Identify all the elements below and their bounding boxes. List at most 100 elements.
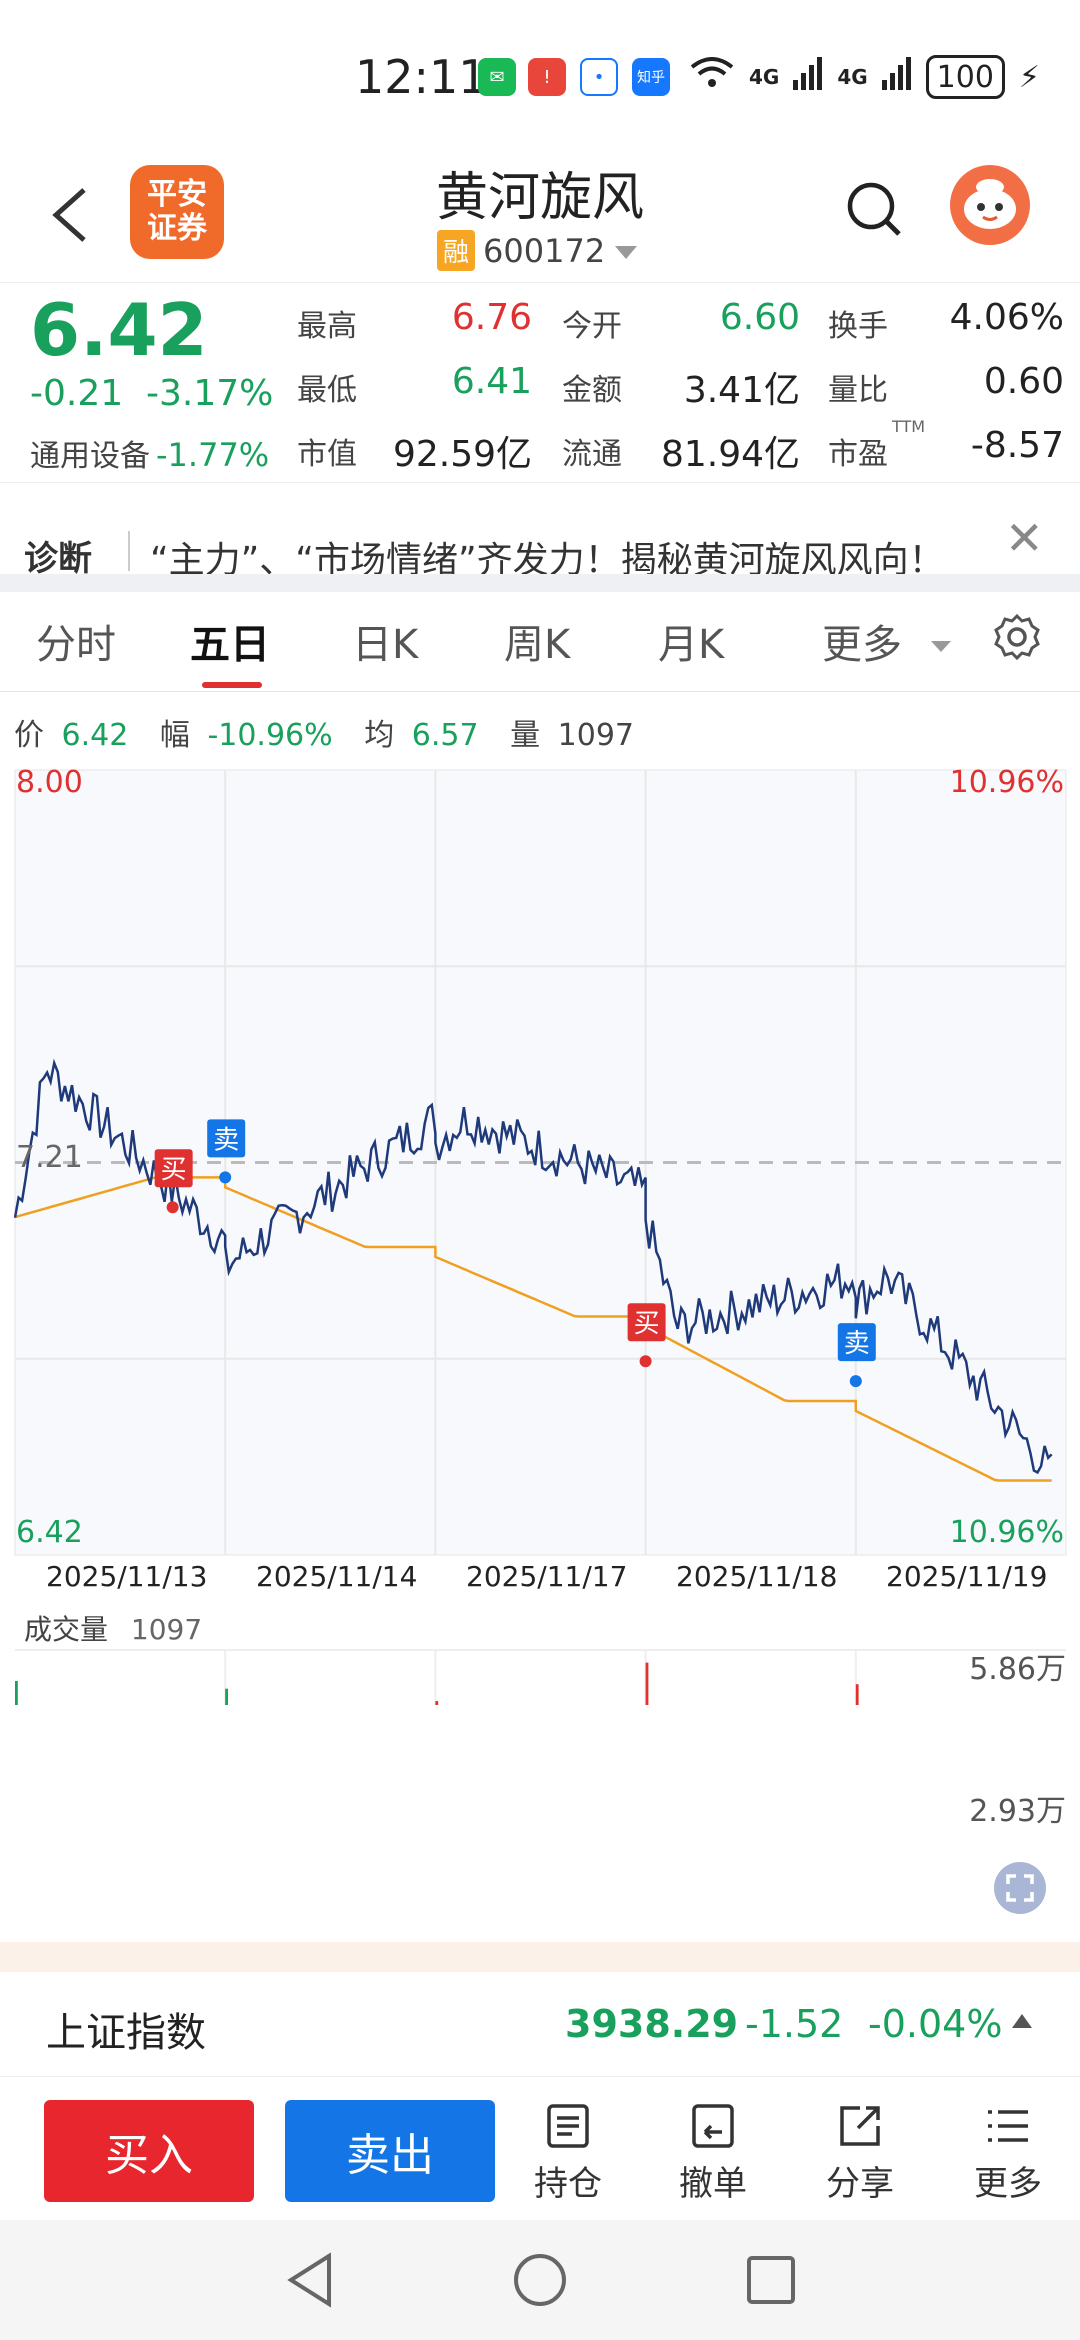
charging-icon: ⚡	[1018, 59, 1040, 95]
range-label: 幅	[159, 718, 190, 753]
y-max-pct-label: 10.96%	[949, 765, 1064, 800]
y-max-label: 8.00	[16, 765, 83, 800]
reference-price-label: 7.21	[16, 1140, 83, 1175]
active-tab-indicator	[202, 682, 262, 688]
promo-strip	[0, 1942, 1080, 1972]
high-value: 6.76	[451, 297, 532, 338]
trade-marker-label: 卖	[213, 1125, 239, 1155]
diagnosis-banner[interactable]: 诊断 “主力”、“市场情绪”齐发力！揭秘黄河旋风风向！ ✕	[0, 482, 1080, 582]
signal-icon-2: 4G	[837, 65, 868, 89]
volume-bar	[435, 1701, 439, 1927]
pe-value: -8.57	[970, 425, 1064, 466]
sell-button[interactable]: 卖出	[285, 2100, 495, 2202]
open-value: 6.60	[719, 297, 800, 338]
battery-alert-icon: !	[528, 58, 566, 96]
gear-icon[interactable]	[992, 612, 1042, 662]
sector-name: 通用设备	[30, 439, 150, 474]
last-price: 6.42	[30, 288, 208, 372]
date-label: 2025/11/14	[256, 1560, 418, 1593]
avatar[interactable]	[950, 165, 1030, 245]
section-divider	[0, 574, 1080, 592]
market-cap-label: 市值	[297, 437, 357, 472]
nav-recents-icon[interactable]	[745, 2254, 797, 2306]
volume-ratio-label: 量比	[828, 373, 888, 408]
price-change-pct: -3.17%	[146, 373, 274, 414]
volume-bar	[15, 1680, 18, 1927]
chart-tabs: 分时 五日 日K 周K 月K 更多	[0, 592, 1080, 692]
nav-back-icon[interactable]	[285, 2252, 335, 2308]
avg-value: 6.57	[411, 718, 479, 753]
float-cap-value: 81.94亿	[660, 434, 800, 475]
more-button[interactable]: 更多	[958, 2102, 1058, 2205]
signal-bars-icon-2	[881, 56, 912, 98]
volume-ratio-value: 0.60	[983, 361, 1064, 402]
volume-bar	[855, 1684, 859, 1927]
trade-marker-dot	[166, 1201, 179, 1214]
nav-home-icon[interactable]	[512, 2252, 568, 2308]
trade-marker-dot	[639, 1355, 652, 1368]
ttm-label: TTM	[892, 417, 926, 436]
trade-marker-dot	[219, 1171, 232, 1184]
trade-marker-label: 卖	[844, 1329, 870, 1359]
trade-marker-label: 买	[634, 1309, 660, 1339]
stock-name: 黄河旋风	[435, 168, 644, 228]
tab-weekly-k[interactable]: 周K	[504, 612, 570, 670]
tab-monthly-k[interactable]: 月K	[658, 612, 724, 670]
system-nav-bar	[0, 2220, 1080, 2340]
cancel-order-button[interactable]: 撤单	[663, 2102, 763, 2205]
date-label: 2025/11/17	[466, 1560, 628, 1593]
stock-code-selector[interactable]: 融 600172	[437, 230, 639, 271]
amount-label: 金额	[562, 373, 622, 408]
quote-panel: 6.42 -0.21 -3.17% 通用设备 -1.77% 最高 6.76 今开 …	[0, 282, 1080, 482]
chart-info-line: 价 6.42 幅 -10.96% 均 6.57 量 1097	[14, 710, 642, 754]
market-cap-value: 92.59亿	[392, 434, 532, 475]
menu-icon	[988, 2110, 1028, 2142]
zhihu-icon: 知乎	[632, 58, 670, 96]
share-label: 分享	[826, 2164, 894, 2204]
signal-icon: 4G	[748, 65, 780, 89]
position-label: 持仓	[534, 2164, 602, 2204]
tab-daily-k[interactable]: 日K	[352, 612, 418, 670]
divider	[128, 531, 130, 571]
expand-up-icon[interactable]	[1012, 2014, 1032, 2028]
float-cap-label: 流通	[562, 437, 622, 472]
volume-mid-label: 2.93万	[969, 1794, 1066, 1829]
wifi-icon	[689, 55, 735, 99]
signal-bars-icon	[793, 56, 823, 98]
pe-label: 市盈	[828, 437, 888, 472]
volume-label: 量	[510, 718, 541, 753]
search-icon[interactable]	[845, 180, 905, 240]
low-value: 6.41	[451, 361, 532, 402]
high-label: 最高	[297, 309, 357, 344]
turnover-value: 4.06%	[949, 297, 1064, 338]
index-change: -1.52	[745, 2002, 844, 2046]
trade-marker-dot	[849, 1375, 862, 1388]
avg-label: 均	[364, 718, 395, 753]
y-min-pct-label: 10.96%	[949, 1515, 1064, 1550]
tab-more[interactable]: 更多	[822, 612, 953, 670]
fullscreen-icon[interactable]	[994, 1862, 1046, 1914]
close-icon[interactable]: ✕	[1005, 511, 1044, 565]
volume-value: 1097	[557, 718, 634, 753]
range-value: -10.96%	[207, 718, 333, 753]
tab-five-day[interactable]: 五日	[190, 612, 270, 670]
clock: 12:11	[355, 50, 488, 104]
position-button[interactable]: 持仓	[518, 2102, 618, 2205]
index-bar[interactable]: 上证指数 3938.29 -1.52 -0.04%	[0, 1972, 1080, 2077]
price-label: 价	[14, 718, 44, 753]
tab-intraday[interactable]: 分时	[36, 612, 116, 670]
index-value: 3938.29	[565, 2002, 739, 2046]
action-bar: 买入 卖出 持仓 撤单 分享 更多	[0, 2080, 1080, 2220]
open-label: 今开	[562, 309, 622, 344]
share-button[interactable]: 分享	[810, 2102, 910, 2205]
cancel-label: 撤单	[679, 2164, 747, 2204]
buy-button[interactable]: 买入	[44, 2100, 254, 2202]
status-bar: 12:11 ✉ ! • 知乎 4G 4G 100 ⚡	[0, 0, 1080, 150]
sector-info[interactable]: 通用设备 -1.77%	[30, 431, 269, 475]
low-label: 最低	[297, 373, 357, 408]
volume-title: 成交量 1097	[24, 1608, 202, 1648]
list-doc-icon	[547, 2104, 589, 2148]
wechat-icon: ✉	[478, 58, 516, 96]
battery-icon: 100	[925, 55, 1005, 99]
chevron-down-icon	[930, 641, 951, 652]
